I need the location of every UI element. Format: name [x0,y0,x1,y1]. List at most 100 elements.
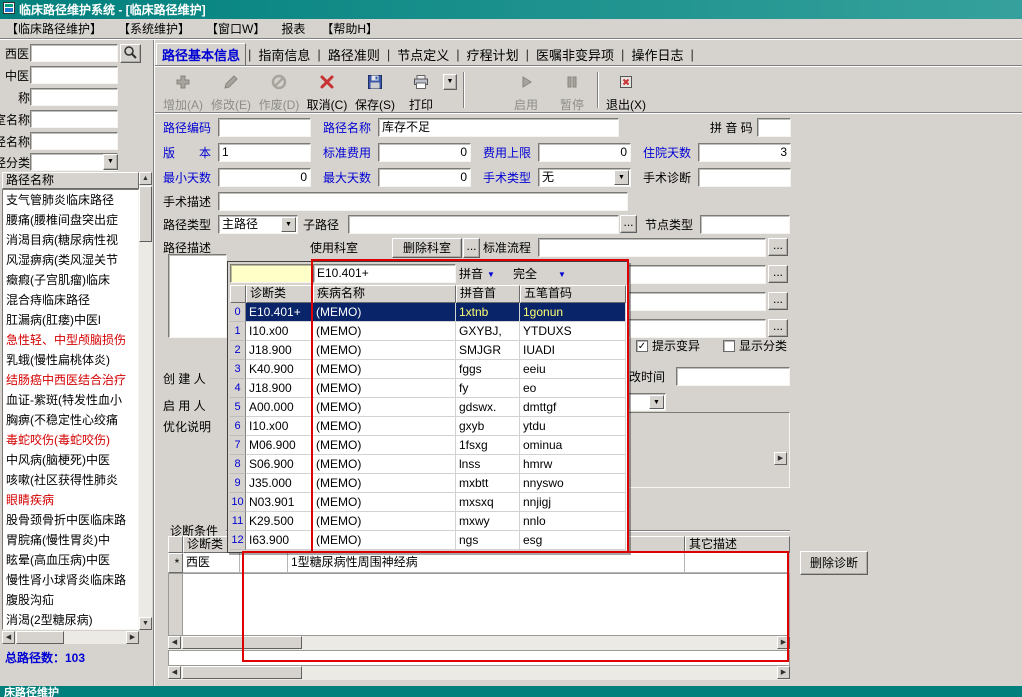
hospital-days-field[interactable]: 3 [698,143,791,162]
chevron-down-icon[interactable]: ▼ [487,267,495,283]
path-category-dropdown-button[interactable]: ▼ [103,154,118,170]
diagnosis-type-cell[interactable]: 西医 [183,553,240,573]
extra-field-3[interactable] [628,319,766,338]
scroll-right-button[interactable]: ▶ [777,636,790,649]
chevron-down-icon[interactable]: ▼ [281,217,296,232]
add-button[interactable]: 增加(A) [160,69,206,112]
pathway-list-item[interactable]: 中风病(脑梗死)中医 [3,450,138,470]
tab-guide-info[interactable]: 指南信息 [253,44,315,65]
pathway-list-item[interactable]: 腹股沟疝 [3,590,138,610]
scroll-down-button[interactable]: ▼ [139,617,152,630]
pathway-list-item[interactable]: 血证-紫斑(特发性血小 [3,390,138,410]
print-button[interactable]: 打印 [400,69,442,112]
extra-field-2[interactable] [628,292,766,311]
titlebar[interactable]: 临床路径维护系统 - [临床路径维护] [0,0,1022,19]
scroll-left-button[interactable]: ◀ [168,636,181,649]
dept-more-button[interactable]: ... [463,238,480,258]
diagnosis-code-cell[interactable] [240,553,288,573]
surgery-diagnosis-field[interactable] [698,168,791,187]
popup-row[interactable]: 7 M06.900 (MEMO) 1fsxg ominua [230,436,628,455]
fee-cap-field[interactable]: 0 [538,143,631,162]
max-days-field[interactable]: 0 [378,168,471,187]
tab-treatment-plan[interactable]: 疗程计划 [462,44,524,65]
pathway-list-item[interactable]: 毒蛇咬伤(毒蛇咬伤) [3,430,138,450]
pathway-list-item[interactable]: 眩晕(高血压病)中医 [3,550,138,570]
exit-button[interactable]: 退出(X) [602,69,650,112]
delete-dept-button[interactable]: 删除科室 [392,238,462,258]
optimize-scroll-right-button[interactable]: ▶ [774,452,787,465]
dept-name-filter-field[interactable] [30,110,118,128]
vscroll-thumb[interactable] [139,186,152,242]
pathway-list-item[interactable]: 腰痛(腰椎间盘突出症 [3,210,138,230]
scroll-right-button[interactable]: ▶ [777,666,790,679]
popup-row[interactable]: 12 I63.900 (MEMO) ngs esg [230,531,628,550]
menu-item-clinical-path[interactable]: 【临床路径维护】 [6,20,102,37]
show-category-checkbox[interactable] [723,340,735,352]
surgery-desc-field[interactable] [218,192,628,211]
diagnosis-hscrollbar[interactable]: ◀ ▶ [168,636,790,650]
optimize-panel[interactable] [628,412,790,488]
void-button[interactable]: 作废(D) [256,69,302,112]
chevron-down-icon[interactable]: ▼ [649,395,664,409]
other-desc-cell[interactable] [685,553,790,573]
popup-row[interactable]: 3 K40.900 (MEMO) fggs eeiu [230,360,628,379]
popup-row[interactable]: 9 J35.000 (MEMO) mxbtt nnyswo [230,474,628,493]
popup-row[interactable]: 6 I10.x00 (MEMO) gxyb ytdu [230,417,628,436]
extra-more-button-3[interactable]: ... [768,319,788,337]
pathway-list-vscrollbar[interactable]: ▲ ▼ [139,172,152,630]
sub-path-field[interactable] [348,215,619,234]
version-field[interactable]: 1 [218,143,311,162]
scroll-right-button[interactable]: ▶ [126,631,139,644]
pathway-list-item[interactable]: 风湿痹病(类风湿关节 [3,250,138,270]
pathway-list-hscrollbar[interactable]: ◀ ▶ [2,631,139,644]
print-dropdown-button[interactable]: ▼ [443,74,457,90]
pathway-list-item[interactable]: 结肠癌中西医结合治疗 [3,370,138,390]
delete-diagnosis-button[interactable]: 删除诊断 [800,551,868,575]
modify-button[interactable]: 修改(E) [208,69,254,112]
node-type-field[interactable] [700,215,790,234]
popup-pinyin-mode[interactable]: 拼音 [459,266,483,282]
menu-item-report[interactable]: 报表 [281,20,305,37]
popup-row[interactable]: 5 A00.000 (MEMO) gdswx. dmttgf [230,398,628,417]
chevron-down-icon[interactable]: ▼ [558,267,566,283]
lower-grid-area[interactable] [168,650,790,666]
popup-row[interactable]: 11 K29.500 (MEMO) mxwy nnlo [230,512,628,531]
popup-row[interactable]: 0 E10.401+ (MEMO) 1xtnb 1gonun [230,303,628,322]
std-flow-field[interactable] [538,238,766,257]
pathway-list-item[interactable]: 支气管肺炎临床路径 [3,190,138,210]
scroll-left-button[interactable]: ◀ [168,666,181,679]
path-name-filter-field[interactable] [30,132,118,150]
tab-basic-info[interactable]: 路径基本信息 [156,43,247,66]
path-code-field[interactable] [218,118,311,137]
pause-button[interactable]: 暂停 [551,69,593,112]
tab-node-definition[interactable]: 节点定义 [392,44,454,65]
scroll-left-button[interactable]: ◀ [2,631,15,644]
tab-path-rules[interactable]: 路径准则 [323,44,385,65]
popup-row[interactable]: 1 I10.x00 (MEMO) GXYBJ, YTDUXS [230,322,628,341]
chevron-down-icon[interactable]: ▼ [614,170,629,185]
popup-row[interactable]: 10 N03.901 (MEMO) mxsxq nnjigj [230,493,628,512]
pathway-list-item[interactable]: 股骨颈骨折中医临床路 [3,510,138,530]
search-button[interactable] [120,44,141,63]
pathway-list-item[interactable]: 乳蛾(慢性扁桃体炎) [3,350,138,370]
lower-hscrollbar[interactable]: ◀ ▶ [168,666,790,680]
tab-order-non-variation[interactable]: 医嘱非变异项 [531,44,619,65]
pinyin-code-field[interactable] [757,118,791,137]
pathway-list-item[interactable]: 眼睛疾病 [3,490,138,510]
scroll-up-button[interactable]: ▲ [139,172,152,185]
enabler-select[interactable]: ▼ [628,393,666,411]
menu-item-window[interactable]: 【窗口W】 [206,20,265,37]
path-type-select[interactable]: 主路径 ▼ [218,215,298,234]
hscroll-thumb[interactable] [16,631,64,644]
hscroll-thumb[interactable] [182,666,302,679]
pathway-list-item[interactable]: 胃脘痛(慢性胃炎)中 [3,530,138,550]
pathway-list-item[interactable]: 癥瘕(子宫肌瘤)临床 [3,270,138,290]
pathway-list-item[interactable]: 慢性肾小球肾炎临床路 [3,570,138,590]
cancel-button[interactable]: 取消(C) [304,69,350,112]
popup-row[interactable]: 8 S06.900 (MEMO) lnss hmrw [230,455,628,474]
tab-operation-log[interactable]: 操作日志 [626,44,688,65]
standard-fee-field[interactable]: 0 [378,143,471,162]
extra-more-button-2[interactable]: ... [768,292,788,310]
path-name-field[interactable]: 库存不足 [378,118,619,137]
modify-time-field[interactable] [676,367,790,386]
